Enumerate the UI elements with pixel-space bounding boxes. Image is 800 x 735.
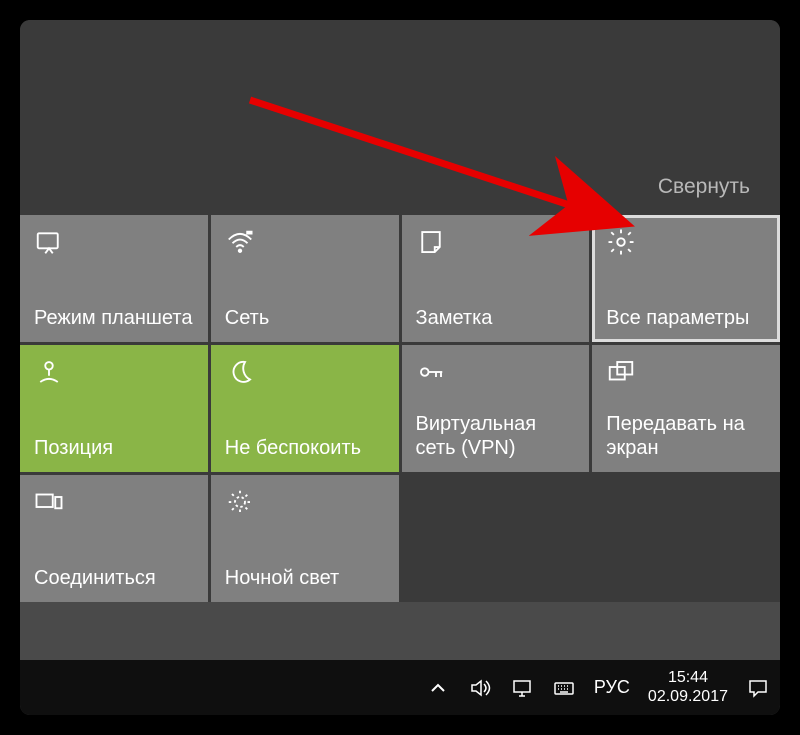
note-icon [416, 227, 446, 257]
taskbar: РУС 15:44 02.09.2017 [20, 660, 780, 715]
tray-date: 02.09.2017 [648, 688, 728, 706]
tile-project[interactable]: Передавать на экран [592, 345, 780, 472]
tile-label: Все параметры [606, 306, 766, 330]
gear-icon [606, 227, 636, 257]
tile-tablet-mode[interactable]: Режим планшета [20, 215, 208, 342]
tile-label: Передавать на экран [606, 412, 766, 460]
language-indicator[interactable]: РУС [594, 677, 630, 698]
tile-label: Соединиться [34, 566, 194, 590]
volume-icon[interactable] [468, 676, 492, 700]
tile-label: Заметка [416, 306, 576, 330]
tile-label: Ночной свет [225, 566, 385, 590]
location-icon [34, 357, 64, 387]
tile-all-settings[interactable]: Все параметры [592, 215, 780, 342]
connect-icon [34, 487, 64, 517]
tile-quiet-hours[interactable]: Не беспокоить [211, 345, 399, 472]
tray-overflow-icon[interactable] [426, 676, 450, 700]
tile-network[interactable]: Сеть [211, 215, 399, 342]
tile-location[interactable]: Позиция [20, 345, 208, 472]
tablet-icon [34, 227, 64, 257]
network-tray-icon[interactable] [510, 676, 534, 700]
action-center-icon[interactable] [746, 676, 770, 700]
action-center-header: Свернуть [20, 20, 780, 215]
tile-note[interactable]: Заметка [402, 215, 590, 342]
quick-action-tiles: Режим планшета Сеть Заметка [20, 215, 780, 602]
tray-time: 15:44 [648, 669, 728, 687]
tile-label: Не беспокоить [225, 436, 385, 460]
project-icon [606, 357, 636, 387]
wifi-icon [225, 227, 255, 257]
tile-connect[interactable]: Соединиться [20, 475, 208, 602]
sun-icon [225, 487, 255, 517]
tile-night-light[interactable]: Ночной свет [211, 475, 399, 602]
collapse-link[interactable]: Свернуть [658, 175, 750, 199]
tile-label: Виртуальная сеть (VPN) [416, 412, 576, 460]
tray-clock[interactable]: 15:44 02.09.2017 [648, 669, 728, 706]
tile-label: Сеть [225, 306, 385, 330]
moon-icon [225, 357, 255, 387]
keyboard-icon[interactable] [552, 676, 576, 700]
tile-vpn[interactable]: Виртуальная сеть (VPN) [402, 345, 590, 472]
tile-label: Режим планшета [34, 306, 194, 330]
vpn-icon [416, 357, 446, 387]
tile-label: Позиция [34, 436, 194, 460]
